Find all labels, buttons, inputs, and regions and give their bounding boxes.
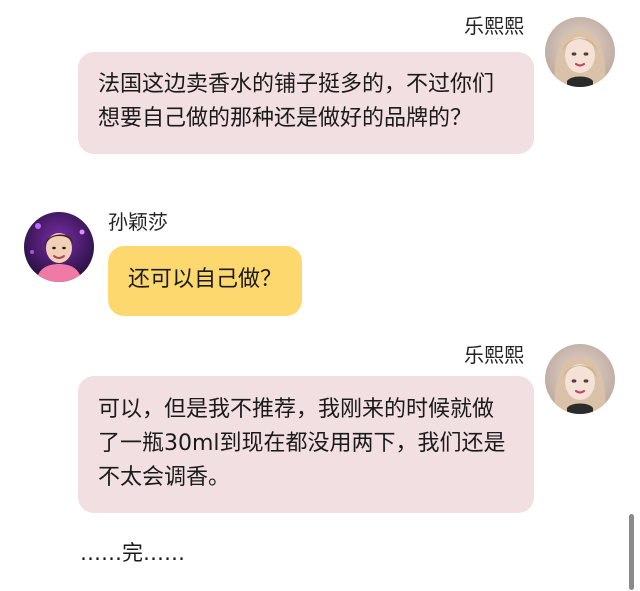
- ending-text: ……完……: [80, 541, 185, 565]
- avatar-female-icon[interactable]: [545, 17, 615, 87]
- avatar-male-icon[interactable]: [24, 212, 94, 282]
- sender-name: 乐熙熙: [464, 343, 524, 367]
- sender-name: 孙颖莎: [108, 210, 168, 234]
- scrollbar[interactable]: [629, 514, 634, 590]
- avatar-female-icon[interactable]: [545, 344, 615, 414]
- message-bubble-left[interactable]: 还可以自己做？: [108, 246, 303, 316]
- sender-name: 乐熙熙: [464, 14, 524, 38]
- message-bubble-right[interactable]: 可以，但是我不推荐，我刚来的时候就做了一瓶30ml到现在都没用两下，我们还是不太…: [78, 376, 534, 513]
- message-bubble-right[interactable]: 法国这边卖香水的铺子挺多的，不过你们想要自己做的那种还是做好的品牌的？: [78, 52, 534, 154]
